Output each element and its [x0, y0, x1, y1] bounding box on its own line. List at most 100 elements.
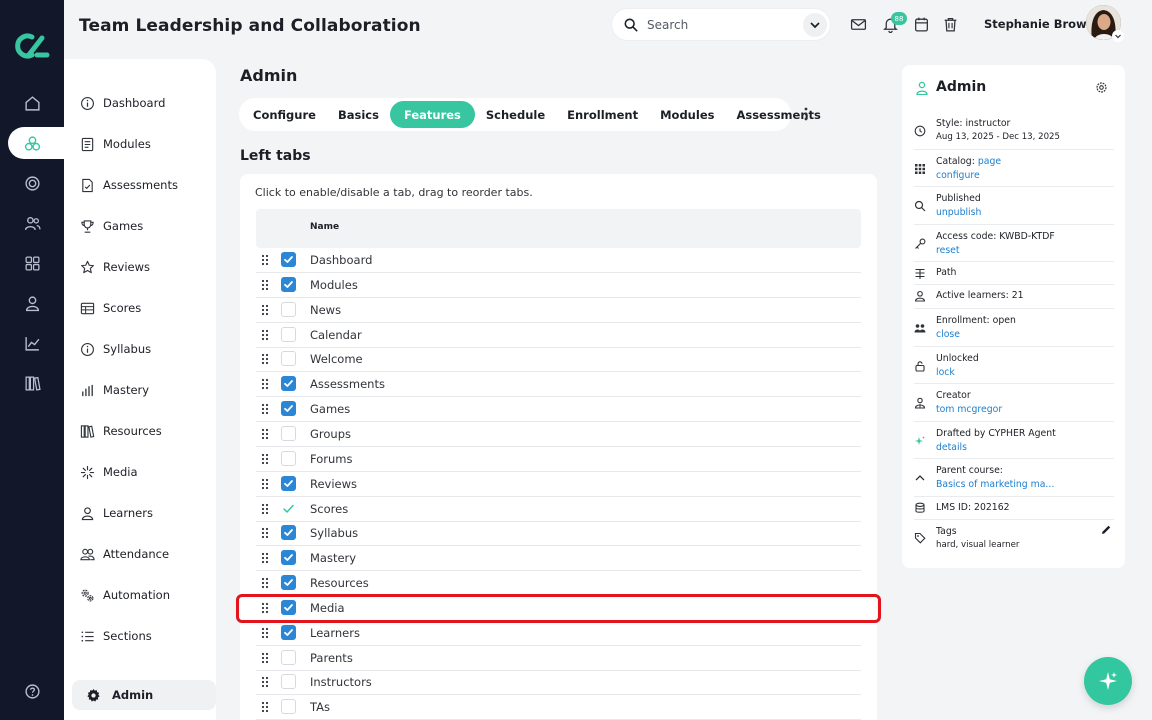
table-row[interactable]: Instructors: [256, 670, 861, 696]
table-row[interactable]: TAs: [256, 695, 861, 720]
drag-handle-icon[interactable]: [261, 552, 269, 564]
sidebar-item-learners[interactable]: Learners: [80, 502, 153, 524]
sidebar-item-syllabus[interactable]: Syllabus: [80, 338, 151, 360]
table-row[interactable]: Groups: [256, 422, 861, 447]
settings-icon[interactable]: [1095, 81, 1108, 94]
row-checkbox[interactable]: [281, 425, 296, 441]
table-row[interactable]: Forums: [256, 447, 861, 472]
sidebar-item-dashboard[interactable]: Dashboard: [80, 92, 165, 114]
grid-icon[interactable]: [16, 247, 48, 279]
drag-handle-icon[interactable]: [261, 652, 269, 664]
home-icon[interactable]: [16, 87, 48, 119]
drag-handle-icon[interactable]: [261, 428, 269, 440]
drag-handle-icon[interactable]: [261, 676, 269, 688]
tab-features[interactable]: Features: [389, 101, 475, 128]
more-vertical-icon[interactable]: [800, 106, 812, 122]
sidebar-item-assessments[interactable]: Assessments: [80, 174, 178, 196]
drag-handle-icon[interactable]: [261, 353, 269, 365]
drag-handle-icon[interactable]: [261, 527, 269, 539]
drag-handle-icon[interactable]: [261, 627, 269, 639]
row-checkbox[interactable]: [281, 276, 296, 292]
row-checkbox[interactable]: [281, 450, 296, 466]
sidebar-item-sections[interactable]: Sections: [80, 625, 152, 647]
chart-icon[interactable]: [16, 327, 48, 359]
table-row[interactable]: Welcome: [256, 347, 861, 373]
row-checkbox[interactable]: [281, 624, 296, 640]
target-icon[interactable]: [16, 167, 48, 199]
table-row[interactable]: Reviews: [256, 472, 861, 497]
modules-icon[interactable]: [16, 127, 48, 159]
info-row-link[interactable]: close: [936, 329, 960, 340]
ai-assistant-button[interactable]: [1084, 657, 1132, 705]
info-row-link[interactable]: Basics of marketing ma...: [936, 479, 1054, 490]
drag-handle-icon[interactable]: [261, 577, 269, 589]
table-row[interactable]: Scores: [256, 497, 861, 522]
row-checkbox[interactable]: [281, 401, 296, 417]
table-row[interactable]: Games: [256, 397, 861, 423]
table-row[interactable]: Syllabus: [256, 521, 861, 547]
table-row[interactable]: Modules: [256, 273, 861, 298]
sidebar-item-reviews[interactable]: Reviews: [80, 256, 150, 278]
info-row-link[interactable]: tom mcgregor: [936, 404, 1002, 415]
sidebar-item-attendance[interactable]: Attendance: [80, 543, 169, 565]
library-icon[interactable]: [16, 367, 48, 399]
row-checkbox[interactable]: [281, 699, 296, 715]
sidebar-item-games[interactable]: Games: [80, 215, 143, 237]
table-row[interactable]: Dashboard: [256, 248, 861, 273]
mail-icon[interactable]: [850, 16, 867, 33]
table-row[interactable]: Learners: [256, 621, 861, 646]
row-checkbox[interactable]: [281, 301, 296, 317]
drag-handle-icon[interactable]: [261, 304, 269, 316]
row-checkbox[interactable]: [281, 376, 296, 392]
user-name[interactable]: Stephanie Brown: [984, 17, 1095, 31]
drag-handle-icon[interactable]: [261, 378, 269, 390]
row-checkbox[interactable]: [281, 525, 296, 541]
people-icon[interactable]: [16, 207, 48, 239]
app-logo-icon[interactable]: [12, 30, 52, 62]
edit-pencil-icon[interactable]: [1100, 524, 1112, 536]
table-row[interactable]: Mastery: [256, 546, 861, 572]
drag-handle-icon[interactable]: [261, 329, 269, 341]
drag-handle-icon[interactable]: [261, 478, 269, 490]
sidebar-item-resources[interactable]: Resources: [80, 420, 162, 442]
sidebar-item-mastery[interactable]: Mastery: [80, 379, 149, 401]
row-checkbox[interactable]: [281, 252, 296, 267]
tab-basics[interactable]: Basics: [327, 101, 390, 128]
drag-handle-icon[interactable]: [261, 503, 269, 515]
table-row[interactable]: Parents: [256, 646, 861, 671]
table-row[interactable]: Calendar: [256, 323, 861, 348]
person-icon[interactable]: [16, 287, 48, 319]
sidebar-item-automation[interactable]: Automation: [80, 584, 170, 606]
trash-icon[interactable]: [942, 16, 959, 33]
row-checkbox[interactable]: [281, 575, 296, 591]
row-checkbox[interactable]: [281, 501, 296, 516]
info-row-link[interactable]: reset: [936, 245, 960, 256]
drag-handle-icon[interactable]: [261, 453, 269, 465]
row-checkbox[interactable]: [281, 674, 296, 690]
sidebar-item-admin[interactable]: Admin: [72, 680, 216, 710]
info-row-link[interactable]: page: [978, 156, 1001, 167]
chevron-down-icon[interactable]: [1112, 30, 1124, 42]
search-dropdown-button[interactable]: [803, 13, 827, 37]
calendar-icon[interactable]: [913, 16, 930, 33]
sidebar-item-scores[interactable]: Scores: [80, 297, 141, 319]
sidebar-item-modules[interactable]: Modules: [80, 133, 151, 155]
row-checkbox[interactable]: [281, 475, 296, 491]
search-bar[interactable]: [612, 9, 830, 40]
sidebar-item-media[interactable]: Media: [80, 461, 138, 483]
table-row[interactable]: News: [256, 298, 861, 323]
info-row-link[interactable]: unpublish: [936, 207, 981, 218]
table-row[interactable]: Resources: [256, 571, 861, 597]
info-row-link[interactable]: lock: [936, 367, 955, 378]
tab-configure[interactable]: Configure: [242, 101, 327, 128]
drag-handle-icon[interactable]: [261, 279, 269, 291]
info-row-link[interactable]: details: [936, 442, 967, 453]
search-input[interactable]: [647, 17, 787, 32]
row-checkbox[interactable]: [281, 550, 296, 566]
tab-assessments[interactable]: Assessments: [725, 101, 831, 128]
table-row[interactable]: Assessments: [256, 372, 861, 398]
row-checkbox[interactable]: [281, 649, 296, 665]
tab-enrollment[interactable]: Enrollment: [556, 101, 649, 128]
help-icon[interactable]: [16, 675, 48, 707]
row-checkbox[interactable]: [281, 351, 296, 367]
